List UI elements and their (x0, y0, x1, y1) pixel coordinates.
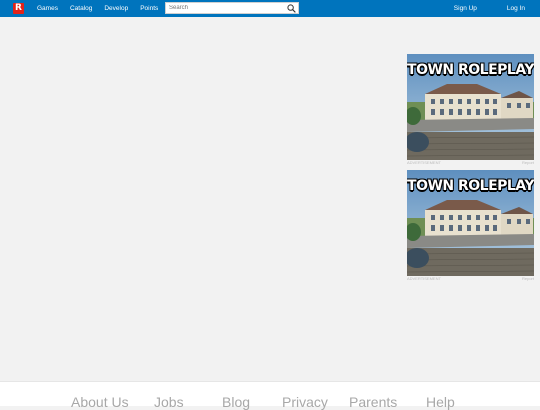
roblox-logo[interactable]: R (13, 3, 24, 14)
ad-meta: ADVERTISEMENT Report (407, 276, 534, 282)
nav-games[interactable]: Games (37, 5, 58, 12)
footer-parents[interactable]: Parents (349, 394, 397, 410)
report-link[interactable]: Report (522, 276, 534, 282)
footer-about-us[interactable]: About Us (71, 394, 129, 410)
ad-banner[interactable]: TOWN ROLEPLAY (407, 54, 534, 160)
search-box[interactable] (165, 2, 299, 14)
signup-link[interactable]: Sign Up (454, 5, 477, 12)
search-input[interactable] (169, 3, 284, 13)
report-link[interactable]: Report (522, 160, 534, 166)
top-navigation-bar: R Games Catalog Develop Points Sign Up L… (0, 0, 540, 17)
ad-title: TOWN ROLEPLAY (407, 178, 534, 194)
ad-meta: ADVERTISEMENT Report (407, 160, 534, 166)
footer-help[interactable]: Help (426, 394, 455, 410)
footer-blog[interactable]: Blog (222, 394, 250, 410)
login-link[interactable]: Log In (507, 5, 525, 12)
footer-jobs[interactable]: Jobs (154, 394, 184, 410)
footer-privacy[interactable]: Privacy (282, 394, 328, 410)
ad-title: TOWN ROLEPLAY (407, 62, 534, 78)
nav-catalog[interactable]: Catalog (70, 5, 92, 12)
nav-develop[interactable]: Develop (104, 5, 128, 12)
search-icon[interactable] (287, 4, 296, 13)
ad-label: ADVERTISEMENT (407, 160, 441, 165)
main-nav: Games Catalog Develop Points (37, 0, 170, 17)
ad-banner[interactable]: TOWN ROLEPLAY (407, 170, 534, 276)
ad-label: ADVERTISEMENT (407, 276, 441, 281)
nav-points[interactable]: Points (140, 5, 158, 12)
account-nav: Sign Up Log In (424, 0, 525, 17)
footer: About Us Jobs Blog Privacy Parents Help (0, 381, 540, 410)
